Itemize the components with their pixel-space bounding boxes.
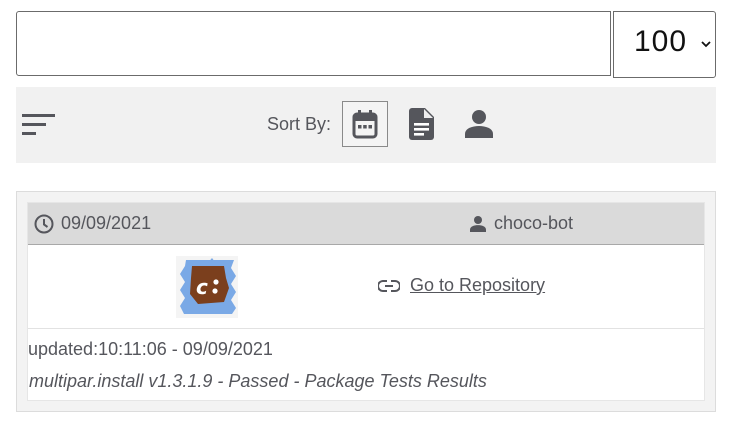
filter-list-icon[interactable] bbox=[22, 112, 56, 138]
user-icon bbox=[465, 110, 493, 138]
page-size-value: 100 bbox=[634, 25, 688, 58]
card-header: 09/09/2021 choco-bot bbox=[28, 203, 704, 245]
sort-by-author-button[interactable] bbox=[456, 101, 502, 147]
card-date: 09/09/2021 bbox=[34, 213, 151, 234]
sort-by-date-button[interactable] bbox=[342, 101, 388, 147]
sort-by-label: Sort By: bbox=[267, 114, 332, 134]
go-to-repository-label: Go to Repository bbox=[410, 275, 546, 295]
chevron-down-icon bbox=[701, 41, 711, 48]
search-row: 100 bbox=[16, 11, 716, 78]
package-logo-icon: c bbox=[176, 256, 238, 318]
calendar-icon bbox=[352, 110, 378, 139]
link-icon bbox=[378, 279, 400, 292]
sort-toolbar: Sort By: bbox=[16, 87, 716, 163]
sort-by-package-button[interactable] bbox=[399, 101, 445, 147]
card-date-text: 09/09/2021 bbox=[61, 213, 152, 233]
go-to-repository-link[interactable]: Go to Repository bbox=[378, 275, 545, 296]
results-list: 09/09/2021 choco-bot c Go to Repository … bbox=[16, 191, 716, 412]
card-status: multipar.install v1.3.1.9 - Passed - Pac… bbox=[29, 371, 487, 391]
page-size-select[interactable]: 100 bbox=[613, 11, 716, 78]
document-icon bbox=[409, 108, 434, 140]
user-icon bbox=[470, 215, 486, 232]
result-card: 09/09/2021 choco-bot c Go to Repository … bbox=[27, 202, 705, 401]
card-author: choco-bot bbox=[470, 213, 573, 234]
card-author-text: choco-bot bbox=[494, 213, 574, 233]
card-body: c Go to Repository bbox=[28, 245, 704, 329]
clock-icon bbox=[34, 214, 54, 233]
search-input[interactable] bbox=[16, 11, 611, 76]
svg-text:c: c bbox=[196, 275, 208, 299]
card-updated: updated:10:11:06 - 09/09/2021 bbox=[28, 339, 273, 359]
